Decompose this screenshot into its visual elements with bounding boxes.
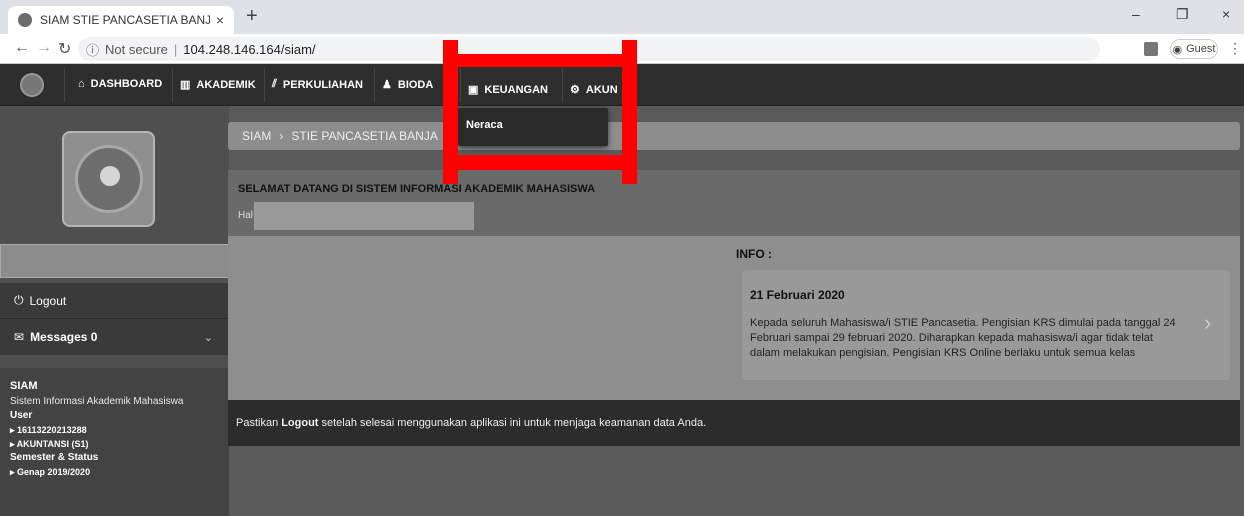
money-icon: ▣ [468,84,479,96]
reload-icon[interactable]: ↻ [58,39,71,59]
dropdown-item-neraca[interactable]: Neraca [466,119,503,131]
siam-title: SIAM [10,380,38,392]
keuangan-dropdown: Neraca [458,108,608,146]
nav-akademik-label: AKADEMIK [196,78,256,91]
security-note: Pastikan Logout setelah selesai mengguna… [228,400,1240,446]
nav-divider [562,68,563,102]
nav-keuangan-label: KEUANGAN [484,83,548,96]
note-post: setelah selesai menggunakan aplikasi ini… [321,417,707,429]
messages-button[interactable]: ✉ Messages 0 ⌄ [0,319,229,355]
url-separator: | [173,41,178,57]
info-card: 21 Februari 2020 Kepada seluruh Mahasisw… [742,270,1230,380]
not-secure-label: Not secure [105,41,168,57]
back-arrow-icon[interactable]: ← [14,39,30,57]
nav-divider [460,68,461,102]
browser-tab[interactable]: SIAM STIE PANCASETIA BANJAR × [8,6,234,34]
siam-info-panel: SIAM Sistem Informasi Akademik Mahasiswa… [0,368,229,516]
tab-close-icon[interactable]: × [216,12,224,28]
user-id: ▸ 16113220213288 [10,425,87,435]
browser-tabbar: SIAM STIE PANCASETIA BANJAR × + – ❐ × [0,0,1244,34]
highlight-bottom-bar [443,155,637,170]
info-icon[interactable]: ⓘ [86,40,99,59]
profile-label: Guest [1186,43,1216,55]
nav-divider [172,68,173,102]
program-name: ▸ AKUNTANSI (S1) [10,439,89,449]
info-date: 21 Februari 2020 [750,288,845,302]
breadcrumb-home[interactable]: SIAM [242,129,271,143]
forward-arrow-icon[interactable]: → [36,39,52,57]
nav-biodata[interactable]: ♟ BIODA [382,78,434,92]
site-favicon-icon [18,13,32,27]
nav-perkuliahan[interactable]: ⫽ PERKULIAHAN [272,78,363,91]
breadcrumb-current: STIE PANCASETIA BANJA [291,129,438,143]
sidebar: ⏻ Logout ✉ Messages 0 ⌄ SIAM Sistem Info… [0,106,229,516]
semester-value: ▸ Genap 2019/2020 [10,467,91,477]
building-icon: ▥ [180,79,191,91]
user-name-box [0,244,229,278]
profile-button[interactable]: ◉ Guest [1170,39,1218,59]
redacted-name-box [254,202,474,230]
nav-perkuliahan-label: PERKULIAHAN [282,78,363,91]
nav-dashboard[interactable]: ⌂ DASHBOARD [78,78,162,90]
user-label: User [10,410,33,421]
nav-biodata-label: BIODA [397,78,434,91]
chart-icon: ⫽ [272,78,277,90]
info-heading: INFO : [736,247,772,261]
nav-divider [64,68,65,102]
tab-title: SIAM STIE PANCASETIA BANJAR [40,13,210,27]
chevron-down-icon: ⌄ [203,331,213,344]
new-tab-button[interactable]: + [246,5,258,28]
logout-button[interactable]: ⏻ Logout [0,283,229,319]
power-icon: ⏻ [14,293,24,307]
minimize-button[interactable]: – [1132,6,1140,22]
cogs-icon: ⚙ [570,84,580,96]
logout-label: Logout [29,293,67,308]
app-logo[interactable] [20,73,44,97]
translate-icon[interactable] [1144,42,1158,56]
nav-dashboard-label: DASHBOARD [90,78,163,90]
greeting-text: Hal [238,210,254,221]
nav-akun[interactable]: ⚙ AKUN [570,83,618,97]
welcome-title: SELAMAT DATANG DI SISTEM INFORMASI AKADE… [238,183,596,195]
institution-logo [74,145,143,213]
nav-divider [264,68,265,102]
nav-akademik[interactable]: ▥ AKADEMIK [180,78,256,92]
siam-subtitle: Sistem Informasi Akademik Mahasiswa [10,396,184,407]
welcome-panel: SELAMAT DATANG DI SISTEM INFORMASI AKADE… [228,170,1240,236]
envelope-icon: ✉ [14,330,25,344]
note-logout: Logout [281,417,319,429]
nav-keuangan[interactable]: ▣ KEUANGAN [468,83,548,97]
breadcrumb: SIAM › STIE PANCASETIA BANJA [228,122,1240,150]
close-window-button[interactable]: × [1222,6,1230,22]
restore-button[interactable]: ❐ [1176,6,1189,23]
home-icon: ⌂ [78,78,85,90]
semester-label: Semester & Status [10,452,99,463]
breadcrumb-separator: › [279,129,284,143]
avatar [62,131,155,227]
url-text: 104.248.146.164/siam/ [183,41,316,57]
carousel-next-icon[interactable]: › [1204,310,1211,336]
messages-label: Messages 0 [30,330,98,344]
nav-akun-label: AKUN [585,83,618,96]
info-text: Kepada seluruh Mahasiswa/i STIE Pancaset… [750,317,1176,359]
nav-divider [374,68,375,102]
note-pre: Pastikan [236,417,279,429]
highlight-top-bar [443,54,637,67]
content-area: INFO : ‹ 21 Februari 2020 Kepada seluruh… [228,236,1240,400]
user-icon: ♟ [382,79,392,91]
browser-menu-icon[interactable]: ⋮ [1228,40,1242,57]
profile-icon: ◉ [1172,43,1183,56]
